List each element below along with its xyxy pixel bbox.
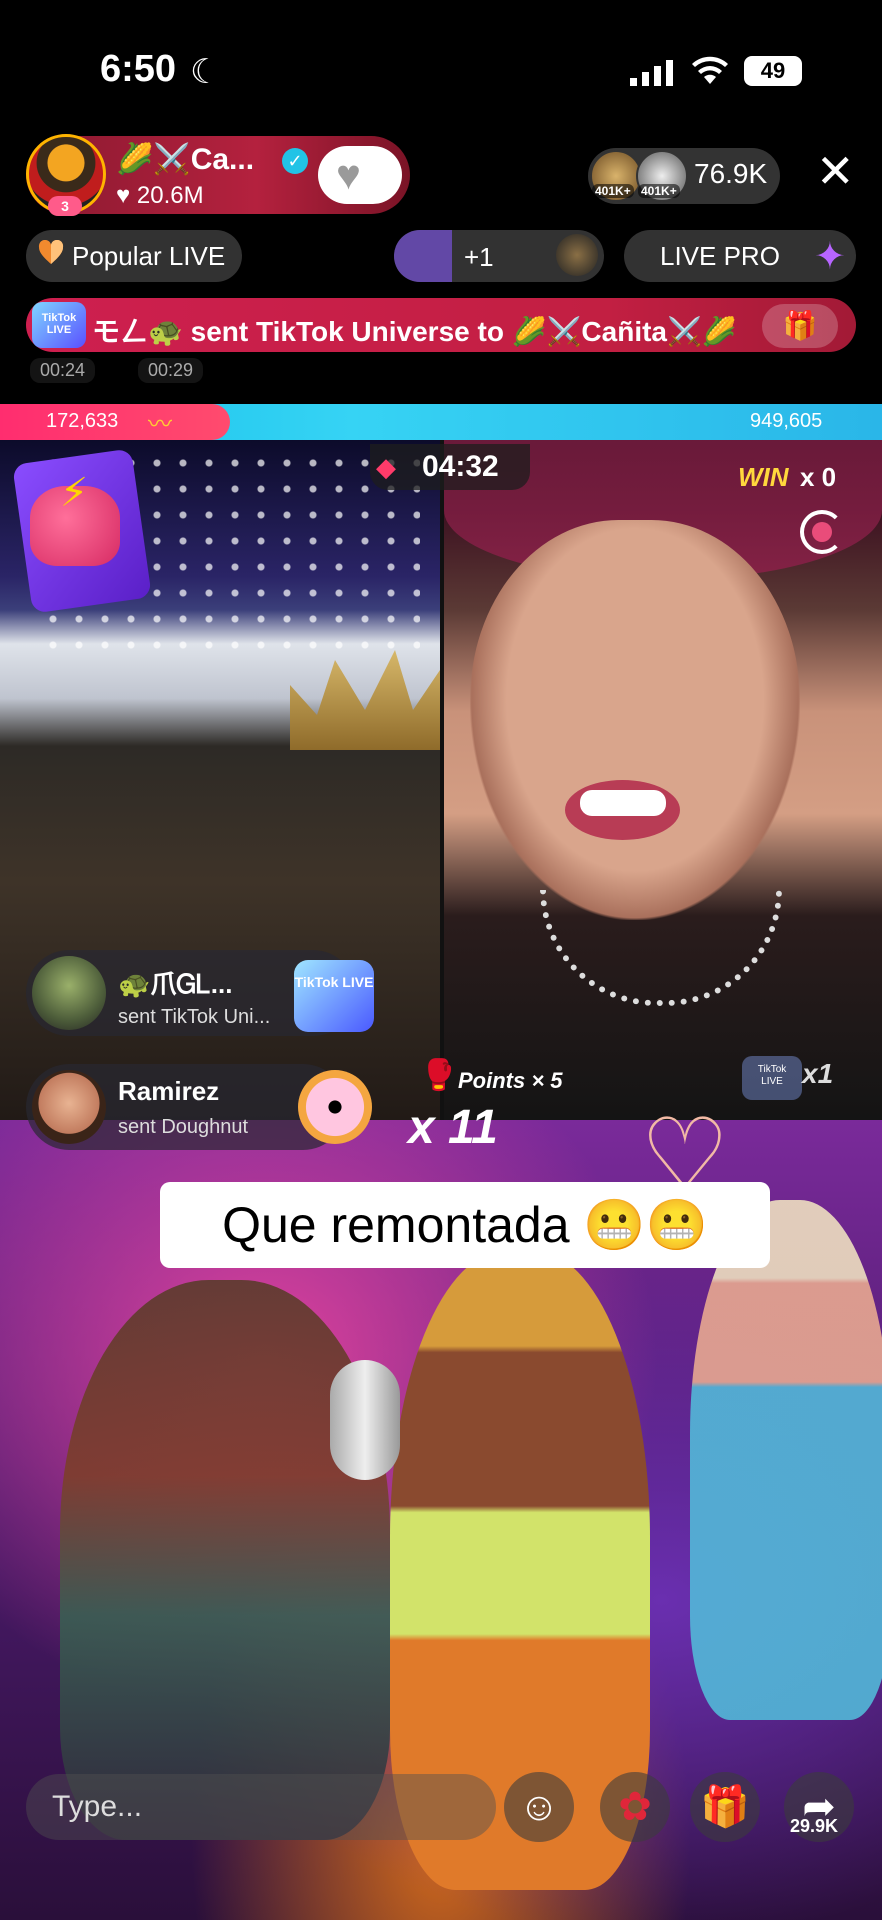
host-name: 🌽⚔️Ca... <box>116 143 255 176</box>
ranking-avatar <box>556 234 598 276</box>
battle-score-left: 172,633 <box>46 410 119 432</box>
emoji-icon[interactable]: ☺ <box>504 1772 574 1842</box>
tiktok-live-badge: TikTok LIVE <box>32 302 86 348</box>
battle-icon: ◆ <box>376 452 396 482</box>
win-count: x 0 <box>800 462 837 492</box>
multiplier-badge: x1 <box>802 1058 834 1089</box>
heart-icon <box>38 239 64 270</box>
status-time: 6:50 <box>100 48 177 90</box>
follow-count: 2 <box>366 176 375 193</box>
microphone-image <box>330 1360 400 1480</box>
wifi-icon <box>690 54 730 91</box>
opponent-teeth <box>580 790 666 816</box>
comment-input[interactable] <box>26 1774 496 1840</box>
host-rank-badge: 3 <box>48 196 82 216</box>
gift-sender-name: 🐢爪ᏀᏞ... <box>118 969 233 999</box>
countdown-timer: 00:24 <box>30 358 96 383</box>
viewer-badge: 401K+ <box>638 184 680 198</box>
doughnut-icon <box>298 1070 372 1144</box>
battle-timer: 04:32 <box>422 450 499 483</box>
spark-icon: 〰 <box>148 411 172 438</box>
sparkle-icon: ✦ <box>814 236 846 278</box>
gift-combo-count: x 11 <box>408 1101 498 1154</box>
viewer-count: 76.9K <box>694 158 768 189</box>
dancer-figure <box>690 1200 882 1720</box>
host-likes: ♥ 20.6M <box>116 182 204 209</box>
gift-banner-text: モㄥ🐢 sent TikTok Universe to 🌽⚔️Cañita⚔️🌽 <box>92 316 737 347</box>
signal-icon <box>630 60 676 91</box>
pane-divider <box>440 440 444 1120</box>
tiktok-universe-gift-icon: TikTok LIVE <box>294 960 374 1032</box>
live-pro-label: LIVE PRO <box>660 241 780 271</box>
countdown-timer: 00:29 <box>138 358 204 383</box>
heart-icon: ♥ <box>336 151 361 198</box>
gift-icon[interactable]: 🎁 <box>762 304 838 348</box>
gift-description: sent Doughnut <box>118 1116 249 1138</box>
boxing-glove-icon <box>812 522 832 542</box>
battle-score-right: 949,605 <box>750 410 823 432</box>
opponent-face <box>470 520 800 920</box>
avatar[interactable] <box>32 1070 106 1144</box>
ranking-swatch <box>394 230 452 282</box>
battery-icon: 49 <box>744 56 802 86</box>
avatar[interactable] <box>32 956 106 1030</box>
gift-icon[interactable]: 🎁 <box>690 1772 760 1842</box>
win-label: WIN <box>738 462 789 492</box>
dancer-figure <box>60 1280 390 1840</box>
share-count: 29.9K <box>790 1816 839 1836</box>
lightning-icon: ⚡ <box>60 471 89 515</box>
popular-live-label: Popular LIVE <box>72 241 226 271</box>
boxing-glove-icon: 🥊 <box>420 1059 458 1092</box>
verified-icon: ✓ <box>282 148 308 174</box>
gift-sender-name: Ramirez <box>118 1076 220 1106</box>
points-multiplier: Points × 5 <box>458 1068 563 1093</box>
tiktok-live-badge: TikTok LIVE <box>742 1056 802 1100</box>
ranking-label: +1 <box>464 242 494 272</box>
moon-icon: ☾ <box>190 53 221 91</box>
video-caption: Que remontada 😬😬 <box>160 1182 770 1268</box>
close-icon[interactable]: ✕ <box>816 148 855 194</box>
gift-description: sent TikTok Uni... <box>118 1006 271 1028</box>
rose-icon[interactable]: ✿ <box>600 1772 670 1842</box>
viewer-badge: 401K+ <box>592 184 634 198</box>
